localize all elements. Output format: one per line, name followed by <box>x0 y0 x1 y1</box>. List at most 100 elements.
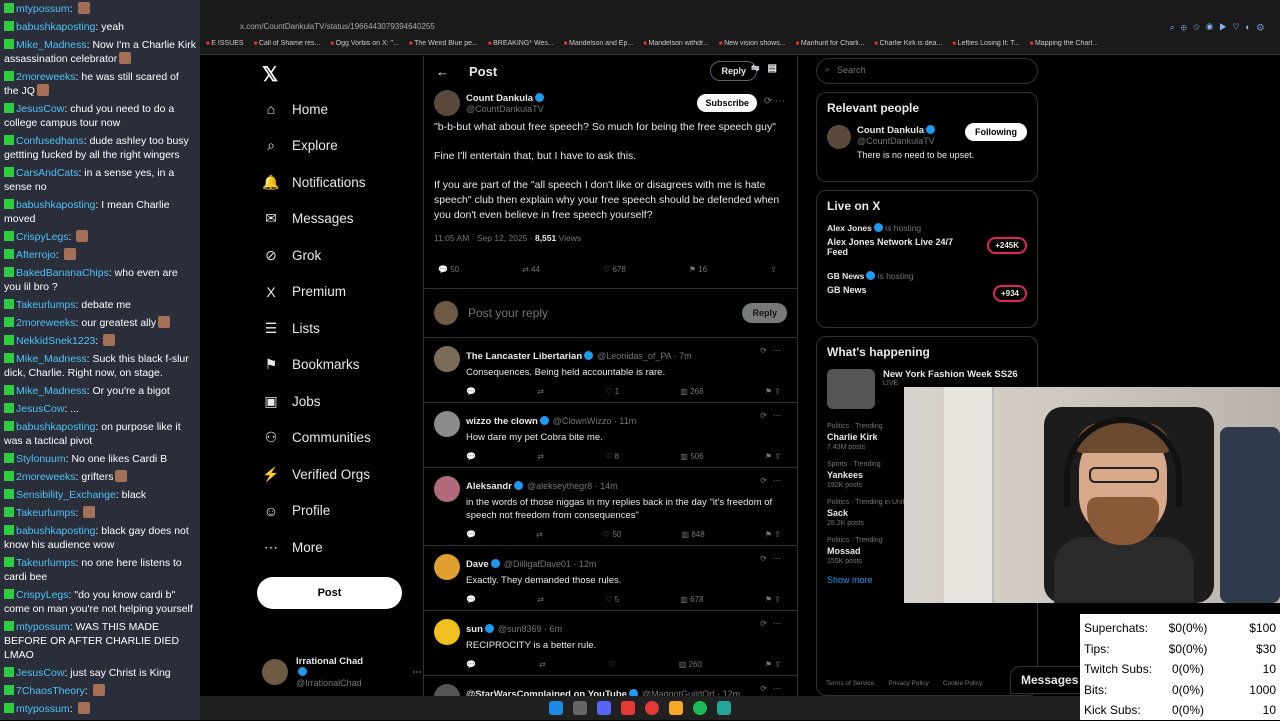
bookmark-item[interactable]: Ogg Vorbis on X: "... <box>330 40 399 54</box>
live-item[interactable]: GB News is hosting GB News +934 <box>827 271 1027 302</box>
following-button[interactable]: Following <box>965 123 1027 141</box>
footer-link[interactable]: Terms of Service <box>826 680 874 687</box>
nav-item-notifications[interactable]: 🔔 Notifications <box>262 170 365 194</box>
chat-username[interactable]: babushkaposting <box>16 21 95 33</box>
messages-drawer[interactable]: Messages <box>1010 666 1090 694</box>
chat-username[interactable]: Takeurlumps <box>16 507 76 519</box>
nav-item-messages[interactable]: ✉ Messages <box>262 207 353 231</box>
live-item[interactable]: Alex Jones is hosting Alex Jones Network … <box>827 223 1027 257</box>
chrome-icon[interactable] <box>645 701 659 715</box>
repost-action[interactable]: ⇄ <box>537 452 544 461</box>
reply-author-handle[interactable]: @MaggotGuildOrt · 12m <box>642 689 740 696</box>
reply-more-icon[interactable]: ⟳⋯ <box>760 346 787 355</box>
chat-username[interactable]: BakedBananaChips <box>16 267 109 279</box>
chat-username[interactable]: JesusCow <box>16 403 64 415</box>
reply-item[interactable]: wizzo the clown @ClownWizzo · 11m How dare… <box>424 403 797 468</box>
reply-author-handle[interactable]: @Leonidas_of_PA · 7m <box>597 351 692 361</box>
chat-username[interactable]: CarsAndCats <box>16 167 78 179</box>
bookmark-action[interactable]: ⚑ 16 <box>689 265 707 274</box>
chat-username[interactable]: babushkaposting <box>16 199 95 211</box>
chat-username[interactable]: Sensibility_Exchange <box>16 489 116 501</box>
reply-more-icon[interactable]: ⟳⋯ <box>760 619 787 628</box>
reply-action[interactable]: 💬 <box>466 530 476 539</box>
like-action[interactable]: ♡ 5 <box>605 595 619 604</box>
nav-item-jobs[interactable]: ▣ Jobs <box>262 389 320 413</box>
views-action[interactable]: ▥ 848 <box>682 530 705 539</box>
app-icon[interactable] <box>717 701 731 715</box>
views-action[interactable]: ▥ 678 <box>680 595 703 604</box>
reply-item[interactable]: @StarWarsComplained on YouTube @MaggotGui… <box>424 676 797 696</box>
chat-username[interactable]: Mike_Madness <box>16 385 87 397</box>
x-logo-icon[interactable]: 𝕏 <box>262 62 278 87</box>
author-avatar[interactable] <box>434 90 460 116</box>
bookmark-item[interactable]: Lefties Losing It: T... <box>952 40 1020 54</box>
person-name[interactable]: Count Dankula <box>857 125 924 136</box>
reply-author-name[interactable]: The Lancaster Libertarian <box>466 351 582 362</box>
nav-item-bookmarks[interactable]: ⚑ Bookmarks <box>262 353 360 377</box>
chat-username[interactable]: Mike_Madness <box>16 39 87 51</box>
chat-username[interactable]: Afterrojo <box>16 249 56 261</box>
chat-username[interactable]: babushkaposting <box>16 421 95 433</box>
chat-username[interactable]: 2moreweeks <box>16 471 76 483</box>
nav-item-premium[interactable]: X Premium <box>262 280 346 304</box>
chat-username[interactable]: mtypossum <box>16 703 70 715</box>
chat-username[interactable]: mtypossum <box>16 3 70 15</box>
header-options-icon[interactable]: ⇋▤ <box>751 63 785 74</box>
repost-action[interactable]: ⇄ <box>536 530 543 539</box>
repost-action[interactable]: ⇄ 44 <box>522 265 540 274</box>
reply-item[interactable]: Aleksandr @alekseythegr8 · 14m in the word… <box>424 468 797 546</box>
nav-item-more[interactable]: ⋯ More <box>262 535 323 559</box>
like-action[interactable]: ♡ 678 <box>603 265 626 274</box>
bookmark-share-icons[interactable]: ⚑ ⇪ <box>765 452 781 461</box>
reply-more-icon[interactable]: ⟳⋯ <box>760 476 787 485</box>
chat-username[interactable]: babushkaposting <box>16 525 95 537</box>
bookmark-share-icons[interactable]: ⚑ ⇪ <box>765 660 781 669</box>
account-switcher[interactable]: Irrational Chad @IrrationalChad ⋯ <box>262 656 422 688</box>
nav-item-grok[interactable]: ⊘ Grok <box>262 243 321 267</box>
repost-action[interactable]: ⇄ <box>537 595 544 604</box>
search-icon[interactable] <box>573 701 587 715</box>
author-handle[interactable]: @CountDankulaTV <box>466 104 544 114</box>
spotify-icon[interactable] <box>693 701 707 715</box>
reply-chip-button[interactable]: Reply <box>710 61 757 81</box>
back-arrow-icon[interactable]: ← <box>436 64 449 79</box>
chat-username[interactable]: CrispyLegs <box>16 231 69 243</box>
chat-username[interactable]: Takeurlumps <box>16 299 76 311</box>
reply-input[interactable]: Post your reply <box>468 306 548 320</box>
nav-item-verified-orgs[interactable]: ⚡ Verified Orgs <box>262 462 370 486</box>
like-action[interactable]: ♡ 50 <box>603 530 621 539</box>
reply-action[interactable]: 💬 <box>466 387 476 396</box>
chat-username[interactable]: 2moreweeks <box>16 71 76 83</box>
like-action[interactable]: ♡ 8 <box>605 452 619 461</box>
nav-item-home[interactable]: ⌂ Home <box>262 97 328 121</box>
reply-more-icon[interactable]: ⟳⋯ <box>760 554 787 563</box>
nav-item-explore[interactable]: ⌕ Explore <box>262 134 338 158</box>
start-icon[interactable] <box>549 701 563 715</box>
bookmark-item[interactable]: BREAKING* Wes... <box>488 40 554 54</box>
folder-icon[interactable] <box>669 701 683 715</box>
views-action[interactable]: ▥ 268 <box>680 387 703 396</box>
chat-username[interactable]: CrispyLegs <box>16 589 69 601</box>
nav-item-communities[interactable]: ⚇ Communities <box>262 426 371 450</box>
discord-icon[interactable] <box>597 701 611 715</box>
bookmark-item[interactable]: Mandelson withdr... <box>643 40 709 54</box>
reply-action[interactable]: 💬 50 <box>438 265 459 274</box>
bookmark-share-icons[interactable]: ⚑ ⇪ <box>765 530 781 539</box>
reply-item[interactable]: sun @sun8369 · 6m RECIPROCITY is a better … <box>424 611 797 676</box>
bookmark-item[interactable]: Call of Shame res... <box>254 40 320 54</box>
chat-username[interactable]: Confusedhans <box>16 135 84 147</box>
reply-button[interactable]: Reply <box>742 303 787 323</box>
chat-username[interactable]: Takeurlumps <box>16 557 76 569</box>
reply-more-icon[interactable]: ⟳⋯ <box>760 684 787 693</box>
views-action[interactable]: ▥ 260 <box>679 660 702 669</box>
address-bar[interactable]: x.com/CountDankulaTV/status/196644307939… <box>240 22 435 31</box>
bookmark-item[interactable]: The Weird Blue pe... <box>409 40 478 54</box>
reply-author-handle[interactable]: @alekseythegr8 · 14m <box>527 481 618 491</box>
chat-username[interactable]: Mike_Madness <box>16 353 87 365</box>
bookmark-item[interactable]: Mandelson and Ep... <box>564 40 633 54</box>
browser-extension-icons[interactable]: ⌕⊕☆◉▶♡◐⚙ <box>1170 22 1270 33</box>
reply-more-icon[interactable]: ⟳⋯ <box>760 411 787 420</box>
chat-username[interactable]: 7ChaosTheory <box>16 685 85 697</box>
reply-avatar[interactable] <box>434 684 460 696</box>
post-author[interactable]: Count Dankula @CountDankulaTV Subscribe … <box>424 86 797 120</box>
